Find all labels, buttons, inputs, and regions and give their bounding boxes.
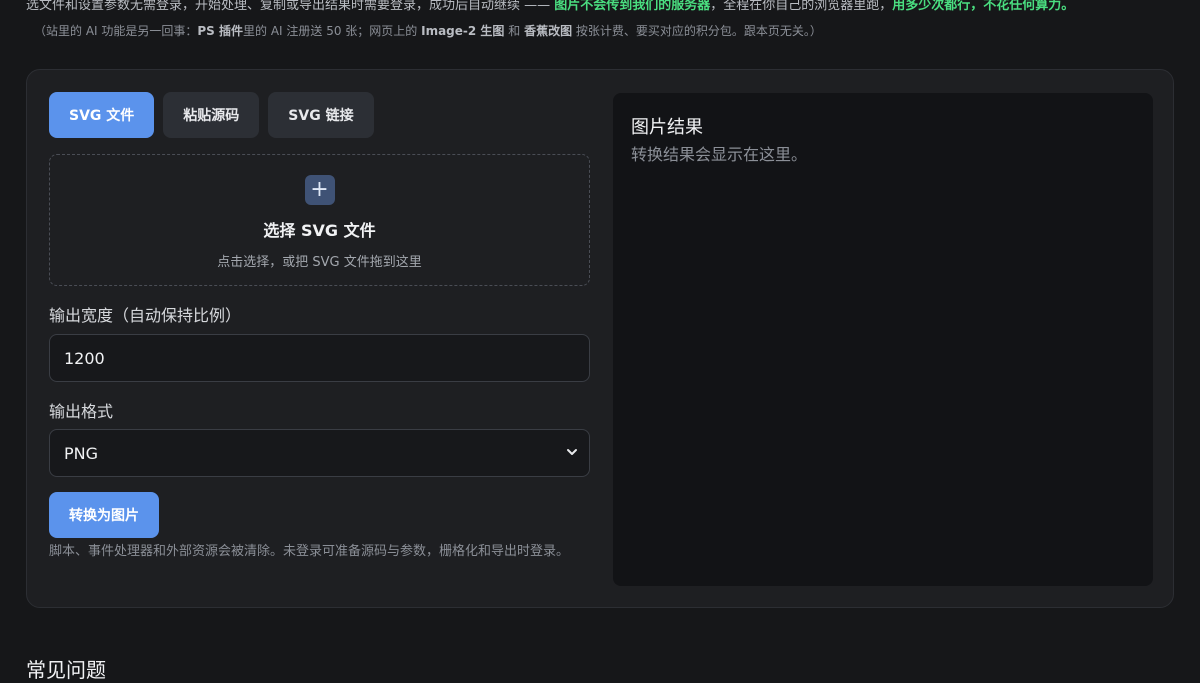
chevron-down-icon: [567, 449, 577, 455]
result-placeholder: 转换结果会显示在这里。: [631, 145, 808, 164]
note-part: （站里的 AI 功能是另一回事：: [34, 24, 198, 38]
format-select[interactable]: PNG: [49, 429, 590, 477]
note-part: 和: [504, 24, 525, 38]
note-bold: Image-2 生图: [421, 24, 505, 38]
intro-highlight-free: 用多少次都行，不花任何算力。: [892, 0, 1075, 13]
note-part: 按张计费、要买对应的积分包。跟本页无关。）: [572, 24, 822, 38]
tab-paste-source[interactable]: 粘贴源码: [163, 92, 260, 138]
format-select-value: PNG: [64, 443, 99, 463]
footnote: 脚本、事件处理器和外部资源会被清除。未登录可准备源码与参数，栅格化和导出时登录。: [49, 544, 570, 559]
intro-text-c: ，全程在你自己的浏览器里跑，: [710, 0, 893, 13]
input-tabs: SVG 文件 粘贴源码 SVG 链接: [49, 92, 374, 138]
converter-card: SVG 文件 粘贴源码 SVG 链接 + 选择 SVG 文件 点击选择，或把 S…: [26, 69, 1174, 608]
width-label: 输出宽度（自动保持比例）: [49, 306, 242, 325]
dropzone-title: 选择 SVG 文件: [263, 221, 376, 240]
result-panel: 图片结果 转换结果会显示在这里。: [613, 93, 1153, 586]
tab-svg-file[interactable]: SVG 文件: [49, 92, 155, 138]
dropzone-hint: 点击选择，或把 SVG 文件拖到这里: [217, 255, 422, 270]
intro-highlight-privacy: 图片不会传到我们的服务器: [554, 0, 711, 13]
convert-button[interactable]: 转换为图片: [49, 492, 159, 538]
intro-text-a: 选文件和设置参数无需登录，开始处理、复制或导出结果时需要登录，成功后自动继续 —…: [26, 0, 555, 13]
width-input[interactable]: 1200: [49, 334, 590, 382]
ai-note: （站里的 AI 功能是另一回事：PS 插件里的 AI 注册送 50 张；网页上的…: [34, 22, 822, 39]
format-label: 输出格式: [49, 402, 114, 421]
tab-svg-link[interactable]: SVG 链接: [268, 92, 374, 138]
file-dropzone[interactable]: + 选择 SVG 文件 点击选择，或把 SVG 文件拖到这里: [49, 154, 590, 286]
note-part: 里的 AI 注册送 50 张；网页上的: [243, 24, 422, 38]
result-title: 图片结果: [631, 117, 703, 138]
faq-heading: 常见问题: [26, 658, 106, 682]
note-bold: PS 插件: [197, 24, 244, 38]
intro-text: 选文件和设置参数无需登录，开始处理、复制或导出结果时需要登录，成功后自动继续 —…: [26, 0, 1186, 13]
note-bold: 香蕉改图: [524, 24, 573, 38]
plus-icon: +: [304, 175, 335, 205]
